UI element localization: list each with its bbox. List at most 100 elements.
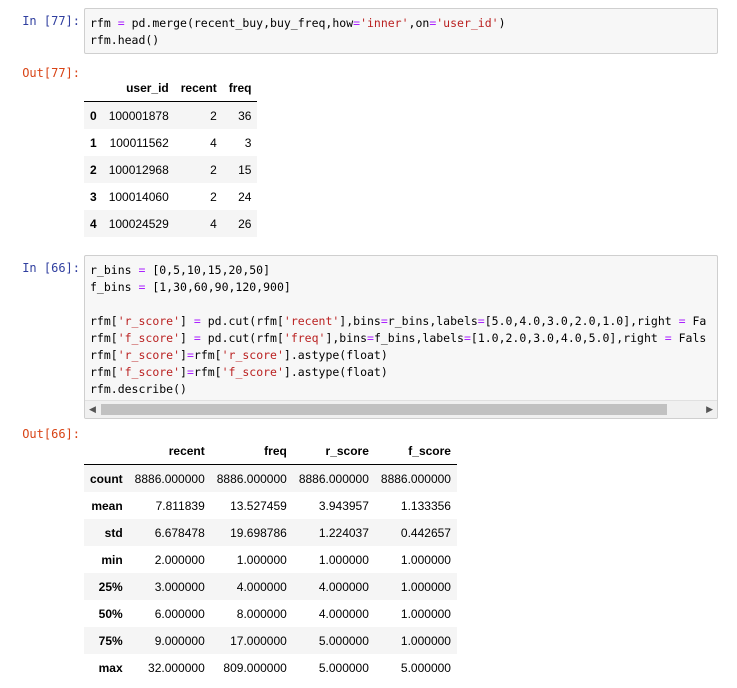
cell: 8886.000000	[216, 471, 287, 486]
code-cell-66[interactable]: r_bins = [0,5,10,15,20,50] f_bins = [1,30…	[84, 255, 718, 419]
cell: 8886.000000	[134, 471, 205, 486]
cell: 4.000000	[318, 579, 369, 594]
cell: 32.000000	[148, 660, 205, 675]
row-index: 75%	[98, 633, 123, 648]
row-index: 4	[90, 216, 97, 231]
row-index: 50%	[98, 606, 123, 621]
output-prompt-77: Out[77]:	[22, 66, 80, 80]
code-line: rfm['r_score'] = pd.cut(rfm['recent'],bi…	[90, 314, 707, 328]
table-row: count 8886.000000 8886.000000 8886.000000 88…	[84, 464, 457, 492]
table-row: 4 100024529 4 26	[84, 210, 258, 237]
input-prompt-77: In [77]:	[22, 14, 80, 28]
table-row: 3 100014060 2 24	[84, 183, 257, 210]
cell: 24	[238, 189, 252, 204]
code-line: f_bins = [1,30,60,90,120,900]	[90, 280, 291, 294]
input-prompt-66: In [66]:	[22, 261, 80, 275]
cell: 15	[238, 162, 252, 177]
cell: 6.678478	[154, 525, 205, 540]
cell: 2	[210, 189, 217, 204]
row-index: mean	[91, 498, 123, 513]
cell: 1.000000	[400, 606, 451, 621]
cell: 8886.000000	[298, 471, 369, 486]
code-line: rfm = pd.merge(recent_buy,buy_freq,how='…	[90, 16, 506, 30]
table-row: 1 100011562 4 3	[84, 129, 257, 156]
cell: 36	[238, 108, 252, 123]
cell: 17.000000	[230, 633, 287, 648]
cell: 1.000000	[400, 552, 451, 567]
row-index: 0	[90, 108, 97, 123]
row-index: max	[98, 660, 123, 675]
column-header: freq	[222, 74, 258, 102]
cell: 1.000000	[318, 552, 369, 567]
cell: 5.000000	[318, 633, 369, 648]
table-header-row: user_id recent freq	[84, 74, 258, 102]
row-index: std	[104, 525, 123, 540]
dataframe-describe-table: recent freq r_score f_score count 8886.00…	[84, 437, 457, 681]
cell: 100014060	[108, 189, 169, 204]
table-header-row: recent freq r_score f_score	[84, 437, 457, 465]
cell: 9.000000	[154, 633, 205, 648]
cell: 0.442657	[400, 525, 451, 540]
table-row: std 6.678478 19.698786 1.224037 0.442657	[84, 519, 457, 546]
code-line: rfm['r_score']=rfm['r_score'].astype(flo…	[90, 348, 388, 362]
cell: 7.811839	[155, 498, 205, 513]
column-header: user_id	[102, 74, 175, 102]
cell: 1.224037	[318, 525, 369, 540]
cell: 3.943957	[318, 498, 369, 513]
cell: 13.527459	[230, 498, 287, 513]
cell: 5.000000	[318, 660, 369, 675]
cell: 100001878	[108, 108, 169, 123]
table-row: 0 100001878 2 36	[84, 101, 258, 129]
horizontal-scrollbar[interactable]: ◀ ▶	[85, 400, 717, 418]
table-row: 75% 9.000000 17.000000 5.000000 1.000000	[84, 627, 457, 654]
code-line: rfm['f_score']=rfm['f_score'].astype(flo…	[90, 365, 388, 379]
cell: 4.000000	[236, 579, 287, 594]
row-index: 2	[90, 162, 97, 177]
dataframe-head-table: user_id recent freq 0 100001878 2 36 1 10001…	[84, 74, 258, 237]
cell: 19.698786	[230, 525, 287, 540]
table-row: max 32.000000 809.000000 5.000000 5.000000	[84, 654, 457, 681]
cell: 2	[210, 162, 217, 177]
scrollbar-thumb[interactable]	[101, 404, 667, 415]
scroll-left-arrow-icon[interactable]: ◀	[89, 404, 96, 415]
cell: 1.000000	[400, 633, 451, 648]
scroll-right-arrow-icon[interactable]: ▶	[706, 404, 713, 415]
row-index: 25%	[98, 579, 123, 594]
cell: 26	[238, 216, 252, 231]
code-editor-66[interactable]: r_bins = [0,5,10,15,20,50] f_bins = [1,30…	[85, 256, 717, 398]
table-row: mean 7.811839 13.527459 3.943957 1.133356	[84, 492, 457, 519]
cell: 3.000000	[154, 579, 205, 594]
code-line: rfm.head()	[90, 33, 160, 47]
output-prompt-66: Out[66]:	[22, 427, 80, 441]
cell: 2.000000	[154, 552, 205, 567]
code-line: rfm.describe()	[90, 382, 187, 396]
column-header: freq	[210, 437, 293, 465]
cell: 4.000000	[318, 606, 369, 621]
cell: 4	[210, 135, 217, 150]
cell: 100024529	[108, 216, 169, 231]
row-index: count	[90, 471, 123, 486]
cell: 4	[210, 216, 217, 231]
cell: 809.000000	[223, 660, 287, 675]
cell: 1.000000	[400, 579, 451, 594]
code-line: r_bins = [0,5,10,15,20,50]	[90, 263, 271, 277]
cell: 6.000000	[154, 606, 205, 621]
cell: 1.133356	[400, 498, 451, 513]
column-header: recent	[128, 437, 211, 465]
cell: 8.000000	[236, 606, 287, 621]
column-header: r_score	[292, 437, 375, 465]
cell: 8886.000000	[380, 471, 451, 486]
cell: 100012968	[108, 162, 169, 177]
code-line: rfm['f_score'] = pd.cut(rfm['freq'],bins…	[90, 331, 707, 345]
code-editor-77[interactable]: rfm = pd.merge(recent_buy,buy_freq,how='…	[85, 9, 717, 49]
index-header	[84, 74, 103, 102]
row-index: min	[101, 552, 123, 567]
index-header	[84, 437, 129, 465]
cell: 5.000000	[400, 660, 451, 675]
table-row: min 2.000000 1.000000 1.000000 1.000000	[84, 546, 457, 573]
table-row: 50% 6.000000 8.000000 4.000000 1.000000	[84, 600, 457, 627]
code-cell-77[interactable]: rfm = pd.merge(recent_buy,buy_freq,how='…	[84, 8, 718, 54]
table-row: 25% 3.000000 4.000000 4.000000 1.000000	[84, 573, 457, 600]
cell: 100011562	[109, 135, 169, 150]
